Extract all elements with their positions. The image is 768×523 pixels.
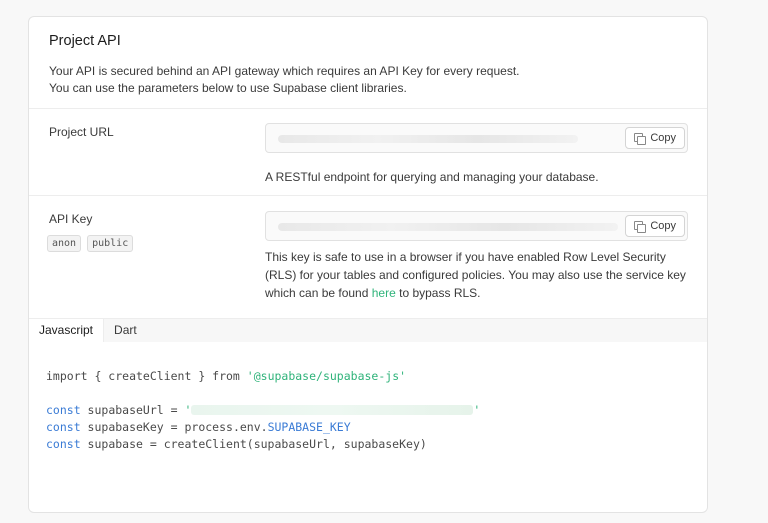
copy-key-label: Copy — [650, 220, 676, 232]
description-line-1: Your API is secured behind an API gatewa… — [49, 64, 520, 78]
api-key-label: API Key — [49, 212, 93, 226]
code-const-keyword: const — [46, 420, 81, 434]
panel-title: Project API — [49, 33, 121, 49]
code-import-text: import { createClient } from — [46, 369, 247, 383]
api-key-row: API Key anon public Copy This key is saf… — [29, 196, 707, 318]
badge-anon: anon — [47, 235, 82, 252]
copy-icon — [634, 220, 647, 233]
description-line-2: You can use the parameters below to use … — [49, 81, 407, 95]
tab-javascript[interactable]: Javascript — [29, 319, 105, 342]
project-url-row: Project URL Copy A RESTful endpoint for … — [29, 109, 707, 196]
api-key-badges: anon public — [47, 235, 134, 252]
code-client-text: supabase = createClient(supabaseUrl, sup… — [80, 437, 427, 451]
code-const-keyword: const — [46, 437, 81, 451]
copy-key-button[interactable]: Copy — [625, 215, 685, 237]
code-env-var: SUPABASE_KEY — [267, 420, 351, 434]
api-key-help: This key is safe to use in a browser if … — [265, 248, 695, 302]
badge-public: public — [87, 235, 134, 252]
code-line-import: import { createClient } from '@supabase/… — [46, 368, 480, 385]
code-import-string: '@supabase/supabase-js' — [246, 369, 407, 383]
api-key-field[interactable]: Copy — [265, 211, 688, 241]
copy-icon — [634, 132, 647, 145]
copy-url-label: Copy — [650, 132, 676, 144]
code-line-key: const supabaseKey = process.env.SUPABASE… — [46, 419, 480, 436]
api-key-help-suffix: to bypass RLS. — [395, 286, 481, 300]
code-line-client: const supabase = createClient(supabaseUr… — [46, 436, 480, 453]
code-snippet: import { createClient } from '@supabase/… — [46, 368, 480, 453]
code-key-text: supabaseKey = process.env. — [80, 420, 268, 434]
api-key-redacted-value — [278, 223, 618, 231]
project-url-redacted-value — [278, 135, 578, 143]
code-line-url: const supabaseUrl = ' ' — [46, 402, 480, 419]
copy-url-button[interactable]: Copy — [625, 127, 685, 149]
project-url-label: Project URL — [49, 125, 114, 139]
project-url-field[interactable]: Copy — [265, 123, 688, 153]
code-quote-close: ' — [473, 403, 481, 417]
project-url-help: A RESTful endpoint for querying and mana… — [265, 170, 599, 184]
service-key-link[interactable]: here — [372, 286, 396, 300]
code-quote-open: ' — [184, 403, 192, 417]
tab-dart[interactable]: Dart — [104, 319, 147, 342]
language-tabs: Javascript Dart — [29, 318, 707, 342]
panel-header: Project API Your API is secured behind a… — [29, 17, 707, 109]
code-url-redacted — [191, 405, 474, 415]
code-url-text: supabaseUrl = — [80, 403, 185, 417]
project-api-panel: Project API Your API is secured behind a… — [28, 16, 708, 513]
panel-description: Your API is secured behind an API gatewa… — [49, 63, 687, 97]
code-const-keyword: const — [46, 403, 81, 417]
